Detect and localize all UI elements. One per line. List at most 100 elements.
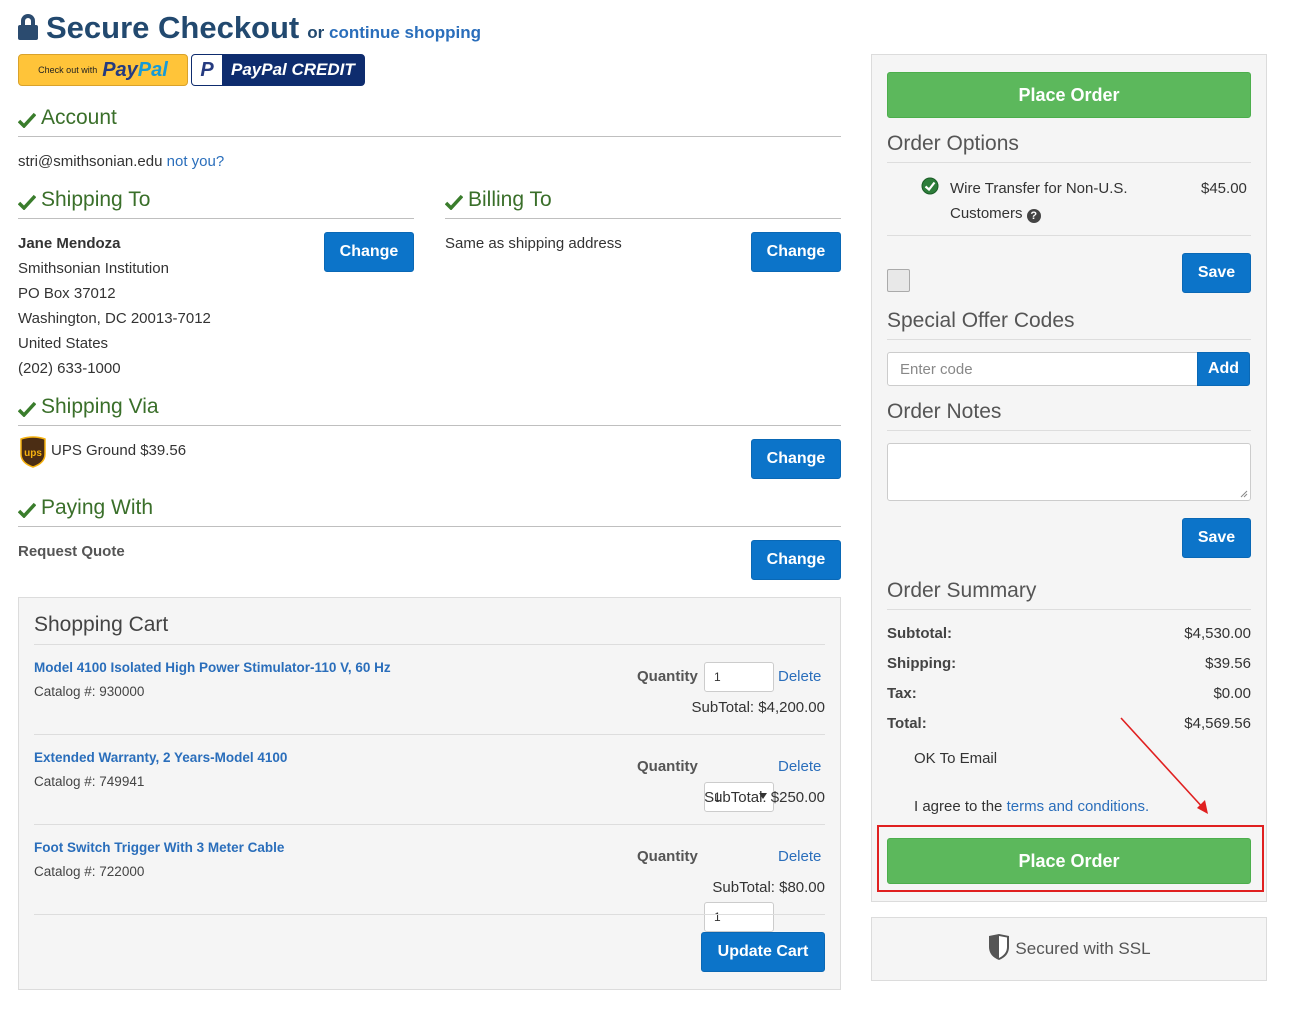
quantity-label: Quantity [637,848,698,865]
payment-method: Request Quote [18,543,125,560]
place-order-button-top[interactable]: Place Order [887,72,1251,118]
change-billing-button[interactable]: Change [751,232,841,272]
delete-link[interactable]: Delete [778,848,821,865]
ssl-badge: Secured with SSL [871,917,1267,981]
order-summary-heading: Order Summary [887,579,1251,610]
shipping-value: $39.56 [1205,655,1251,672]
order-notes-heading: Order Notes [887,400,1251,431]
shipping-name: Jane Mendoza [18,235,121,252]
cart-item-catalog: Catalog #: 749941 [34,774,145,789]
paypal-credit-label: PayPal CREDIT [231,60,355,79]
paypal-logo-pal: Pal [137,58,168,81]
cart-item-name[interactable]: Model 4100 Isolated High Power Stimulato… [34,660,391,675]
wire-transfer-price: $45.00 [1201,180,1247,197]
account-email: stri@smithsonian.edu [18,153,163,170]
question-circle-icon[interactable]: ? [1026,209,1041,223]
account-heading: Account [17,106,841,137]
paypal-logo-pay: Pay [102,58,138,81]
cart-item-catalog: Catalog #: 930000 [34,684,145,699]
shipping-phone: (202) 633-1000 [18,360,121,377]
change-payment-button[interactable]: Change [751,540,841,580]
ok-to-email-label: OK To Email [914,750,998,767]
summary-row-subtotal: Subtotal: $4,530.00 [887,625,1251,655]
paying-with-heading: Paying With [17,496,841,527]
annotation-arrow [1120,717,1208,814]
paypal-checkout-small-text: Check out with [38,65,98,75]
delete-link[interactable]: Delete [778,668,821,685]
shipping-label: Shipping: [887,655,957,672]
svg-text:ups: ups [24,448,42,459]
paypal-checkout-button[interactable]: Check out with Pay Pal [18,54,188,86]
divider [34,914,825,915]
continue-shopping-link[interactable]: continue shopping [329,23,481,42]
paying-with-heading-label: Paying With [41,496,154,519]
shopping-cart-title: Shopping Cart [34,613,169,636]
wire-transfer-line2-row: Customers ? [950,201,1128,226]
change-shipping-method-button[interactable]: Change [751,439,841,479]
page-title: Secure Checkout [46,10,300,45]
paypal-credit-button[interactable]: P PayPal CREDIT [191,54,365,86]
shipping-org: Smithsonian Institution [18,260,169,277]
or-text: or [307,23,325,42]
tax-label: Tax: [887,685,917,702]
wire-transfer-checkbox[interactable] [887,269,910,292]
shipping-via-heading-label: Shipping Via [41,395,159,418]
add-code-button[interactable]: Add [1197,352,1250,386]
summary-row-tax: Tax: $0.00 [887,685,1251,715]
verified-check-icon [921,177,939,199]
update-cart-button[interactable]: Update Cart [701,932,825,972]
ups-logo-icon: ups [20,436,46,472]
offer-code-input[interactable]: Enter code [887,352,1198,386]
item-subtotal: SubTotal: $250.00 [704,789,825,806]
billing-to-heading: Billing To [444,188,841,219]
agree-prefix: I agree to the [914,798,1003,815]
shipping-to-heading: Shipping To [17,188,414,219]
offer-code-placeholder: Enter code [900,360,973,378]
place-order-button-bottom[interactable]: Place Order [887,838,1251,884]
shipping-to-heading-label: Shipping To [41,188,151,211]
page-header: Secure Checkout or continue shopping [18,10,481,46]
delete-link[interactable]: Delete [778,758,821,775]
divider [34,824,825,825]
resize-handle-icon [1240,490,1248,498]
not-you-link[interactable]: not you? [167,153,225,170]
save-options-button[interactable]: Save [1182,253,1251,293]
shipping-street: PO Box 37012 [18,285,116,302]
tax-value: $0.00 [1213,685,1251,702]
check-icon [17,500,37,519]
save-notes-button[interactable]: Save [1182,518,1251,558]
billing-text: Same as shipping address [445,235,622,252]
account-heading-label: Account [41,106,117,129]
check-icon [17,110,37,129]
paypal-p-icon: P [192,55,222,85]
lock-icon [18,14,38,40]
shipping-via-heading: Shipping Via [17,395,841,426]
cart-item-name[interactable]: Foot Switch Trigger With 3 Meter Cable [34,840,284,855]
wire-transfer-label: Wire Transfer for Non-U.S. Customers ? [950,176,1128,226]
continue-shopping-text: or continue shopping [307,23,481,43]
quantity-label: Quantity [637,758,698,775]
shield-icon [987,933,1011,965]
billing-to-heading-label: Billing To [468,188,552,211]
subtotal-label: Subtotal: [887,625,952,642]
order-notes-textarea[interactable] [887,443,1251,501]
account-email-line: stri@smithsonian.edu not you? [18,149,224,174]
summary-row-shipping: Shipping: $39.56 [887,655,1251,685]
check-icon [17,192,37,211]
order-options-heading: Order Options [887,132,1251,163]
check-icon [17,399,37,418]
change-shipping-button[interactable]: Change [324,232,414,272]
quantity-input[interactable]: 1 [704,902,774,932]
quantity-label: Quantity [637,668,698,685]
cart-item-name[interactable]: Extended Warranty, 2 Years-Model 4100 [34,750,287,765]
shipping-country: United States [18,335,109,352]
shipping-address: Jane Mendoza Smithsonian Institution PO … [18,231,211,381]
wire-transfer-line1: Wire Transfer for Non-U.S. [950,180,1128,197]
divider [887,235,1251,236]
quantity-input[interactable]: 1 [704,662,774,692]
item-subtotal: SubTotal: $80.00 [712,879,825,896]
wire-transfer-line2: Customers [950,205,1023,222]
shipping-method: UPS Ground $39.56 [51,442,187,459]
divider [34,734,825,735]
cart-item-catalog: Catalog #: 722000 [34,864,145,879]
